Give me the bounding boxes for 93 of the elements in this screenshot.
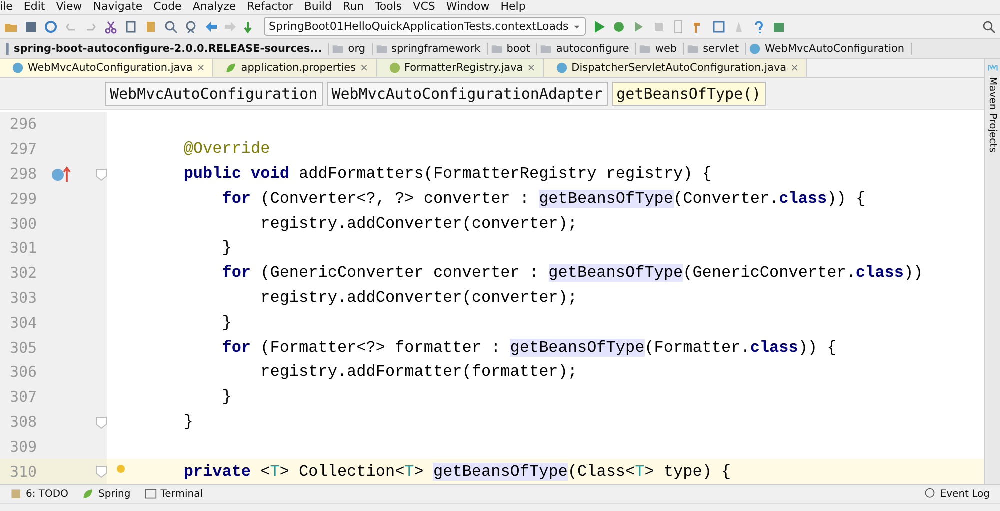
- line-number: 296: [9, 115, 38, 134]
- menu-item[interactable]: Refactor: [247, 0, 294, 14]
- cut-icon[interactable]: [104, 20, 118, 34]
- folder-icon: [332, 42, 344, 54]
- code-line: }: [221, 314, 232, 332]
- menu-item[interactable]: Window: [446, 0, 490, 14]
- menu-item[interactable]: VCS: [413, 0, 436, 14]
- leaf-icon: [82, 488, 94, 500]
- code-line: registry.addFormatter(formatter);: [260, 363, 578, 382]
- fold-marker-icon[interactable]: [96, 168, 107, 181]
- tool-window-button[interactable]: 6: TODO: [10, 488, 68, 500]
- line-number: 303: [9, 288, 38, 307]
- line-number: 298: [9, 164, 38, 183]
- folder-icon: [639, 42, 652, 54]
- line-number: 301: [9, 239, 38, 258]
- class-icon: [556, 62, 568, 74]
- run-configuration-dropdown[interactable]: SpringBoot01HelloQuickApplicationTests.contextLoads: [264, 17, 586, 36]
- breadcrumb-item[interactable]: web: [639, 42, 684, 54]
- leaf-icon: [225, 62, 238, 74]
- line-number: 302: [9, 264, 38, 282]
- menu-item[interactable]: ile: [0, 0, 13, 14]
- line-number: 304: [9, 314, 38, 332]
- code-line: for (GenericConverter converter : getBeansOfType(GenericConverter.class)): [221, 264, 924, 282]
- class-icon: [749, 42, 762, 54]
- folder-icon: [540, 42, 552, 54]
- class-icon: [388, 62, 400, 74]
- code-line: registry.addConverter(converter);: [260, 288, 578, 307]
- override-marker-icon[interactable]: [52, 166, 72, 182]
- editor-tab[interactable]: DispatcherServletAutoConfiguration.java ×: [544, 59, 807, 77]
- terminal-icon: [144, 488, 157, 500]
- menu-item[interactable]: Analyze: [192, 0, 236, 14]
- breadcrumb-item[interactable]: org: [332, 42, 372, 54]
- event-log-button[interactable]: Event Log: [924, 488, 990, 500]
- code-line: public void addFormatters(FormatterRegistry registry) {: [182, 164, 712, 183]
- code-line: }: [221, 388, 232, 406]
- menu-item[interactable]: View: [56, 0, 82, 14]
- line-number: 299: [9, 190, 38, 208]
- breadcrumb-item[interactable]: springframework: [376, 42, 488, 54]
- save-icon[interactable]: [24, 20, 38, 34]
- menu-item[interactable]: Run: [342, 0, 364, 14]
- code-line: registry.addConverter(converter);: [260, 214, 578, 233]
- fold-marker-icon[interactable]: [96, 466, 107, 478]
- line-number: 308: [9, 412, 38, 431]
- line-number: 306: [9, 363, 38, 382]
- sidebar-tab[interactable]: Maven Projects: [987, 77, 998, 153]
- structure-breadcrumb[interactable]: WebMvcAutoConfiguration: [105, 82, 323, 106]
- menu-item[interactable]: Code: [154, 0, 182, 14]
- tool-window-button[interactable]: Terminal: [144, 488, 204, 500]
- menu-item[interactable]: Tools: [375, 0, 402, 14]
- line-number: 297: [9, 140, 38, 158]
- breadcrumb-item[interactable]: servlet: [687, 42, 746, 54]
- code-line: for (Formatter<?> formatter : getBeansOfType(Formatter.class)) {: [221, 338, 837, 357]
- close-icon[interactable]: ×: [360, 62, 368, 74]
- code-line: }: [182, 412, 194, 431]
- code-line: private <T> Collection<T> getBeansOfType(Class<T> type) {: [182, 462, 732, 481]
- code-line: }: [221, 239, 232, 258]
- menu-item[interactable]: Build: [304, 0, 332, 14]
- editor-tab[interactable]: application.properties ×: [213, 59, 376, 77]
- fold-marker-icon[interactable]: [96, 416, 107, 429]
- code-line: for (Converter<?, ?> converter : getBeansOfType(Converter.class)) {: [221, 190, 866, 208]
- code-line: @Override: [182, 140, 270, 158]
- close-icon[interactable]: ×: [527, 62, 536, 74]
- close-icon[interactable]: ×: [196, 62, 206, 74]
- structure-breadcrumb[interactable]: WebMvcAutoConfigurationAdapter: [326, 82, 608, 106]
- line-number: 310: [9, 462, 38, 481]
- breadcrumb-item[interactable]: spring-boot-autoconfigure-2.0.0.RELEASE-sources...: [6, 42, 330, 54]
- debug-icon[interactable]: [612, 20, 626, 34]
- editor-tab[interactable]: FormatterRegistry.java ×: [376, 59, 544, 77]
- search-icon[interactable]: [982, 20, 996, 34]
- tool-window-button[interactable]: Spring: [82, 488, 131, 500]
- maven-icon[interactable]: [986, 63, 998, 73]
- breadcrumb-item[interactable]: boot: [490, 42, 538, 54]
- forward-icon[interactable]: [224, 20, 238, 34]
- editor-tab[interactable]: WebMvcAutoConfiguration.java ×: [0, 59, 214, 77]
- menu-item[interactable]: Help: [500, 0, 526, 14]
- library-icon: [6, 42, 10, 54]
- class-icon: [12, 62, 24, 74]
- find-replace-icon[interactable]: [184, 20, 198, 34]
- menu-item[interactable]: Edit: [24, 0, 46, 14]
- folder-icon: [376, 42, 388, 54]
- menu-item[interactable]: Navigate: [93, 0, 143, 14]
- folder-icon: [687, 42, 700, 54]
- search-icon[interactable]: [164, 20, 178, 34]
- close-icon[interactable]: ×: [790, 62, 799, 74]
- line-number: 300: [9, 214, 38, 233]
- structure-breadcrumb[interactable]: getBeansOfType(): [612, 82, 766, 106]
- back-icon[interactable]: [204, 20, 218, 34]
- breadcrumb-item[interactable]: WebMvcAutoConfiguration: [749, 42, 912, 54]
- folder-icon: [490, 42, 503, 54]
- line-number: 309: [9, 438, 38, 456]
- line-number: 305: [9, 338, 38, 357]
- breadcrumb-item[interactable]: autoconfigure: [540, 42, 636, 54]
- line-number: 307: [9, 388, 38, 406]
